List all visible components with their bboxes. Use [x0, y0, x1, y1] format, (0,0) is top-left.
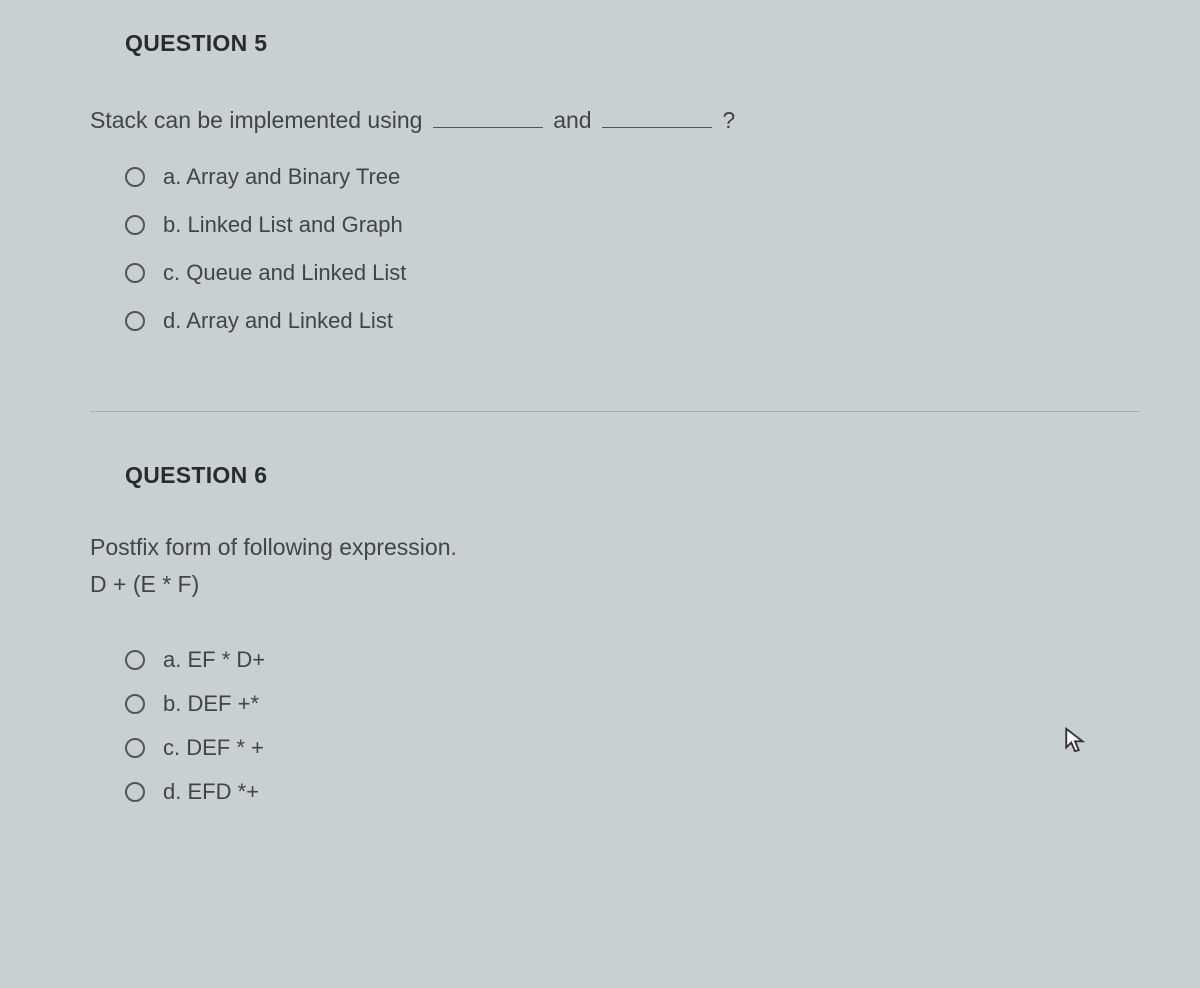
option-letter: d.: [163, 779, 181, 804]
radio-button[interactable]: [125, 782, 145, 802]
option-text: Array and Binary Tree: [186, 164, 400, 189]
q6-text-line-2: D + (E * F): [90, 571, 199, 597]
option-text: DEF * +: [186, 735, 264, 760]
question-5-title: QUESTION 5: [125, 30, 1140, 57]
option-letter: b.: [163, 212, 181, 237]
option-letter: c.: [163, 260, 180, 285]
option-label: a. Array and Binary Tree: [163, 164, 400, 190]
option-label: b. Linked List and Graph: [163, 212, 403, 238]
option-text: Array and Linked List: [186, 308, 393, 333]
q6-text-line-1: Postfix form of following expression.: [90, 534, 457, 560]
question-6-block: QUESTION 6 Postfix form of following exp…: [90, 452, 1140, 854]
question-5-block: QUESTION 5 Stack can be implemented usin…: [90, 20, 1140, 386]
radio-button[interactable]: [125, 263, 145, 283]
blank-1: [433, 103, 543, 128]
cursor-icon: [1060, 725, 1090, 755]
option-letter: a.: [163, 647, 181, 672]
question-6-options: a. EF * D+ b. DEF +* c. DEF * + d. EFD *…: [125, 647, 1140, 805]
option-letter: c.: [163, 735, 180, 760]
question-6-text: Postfix form of following expression. D …: [90, 529, 1140, 603]
question-divider: [90, 411, 1140, 412]
radio-button[interactable]: [125, 738, 145, 758]
q6-option-d[interactable]: d. EFD *+: [125, 779, 1140, 805]
option-text: EF * D+: [187, 647, 265, 672]
blank-2: [602, 103, 712, 128]
radio-button[interactable]: [125, 167, 145, 187]
question-6-title: QUESTION 6: [125, 462, 1140, 489]
q5-option-c[interactable]: c. Queue and Linked List: [125, 260, 1140, 286]
radio-button[interactable]: [125, 311, 145, 331]
option-text: DEF +*: [187, 691, 259, 716]
q5-option-b[interactable]: b. Linked List and Graph: [125, 212, 1140, 238]
q5-text-part-1: Stack can be implemented using: [90, 107, 422, 133]
option-text: EFD *+: [187, 779, 259, 804]
option-letter: b.: [163, 691, 181, 716]
q5-option-a[interactable]: a. Array and Binary Tree: [125, 164, 1140, 190]
option-letter: d.: [163, 308, 181, 333]
q6-option-a[interactable]: a. EF * D+: [125, 647, 1140, 673]
q6-option-b[interactable]: b. DEF +*: [125, 691, 1140, 717]
radio-button[interactable]: [125, 650, 145, 670]
question-5-options: a. Array and Binary Tree b. Linked List …: [125, 164, 1140, 334]
option-text: Linked List and Graph: [187, 212, 402, 237]
radio-button[interactable]: [125, 694, 145, 714]
q5-text-part-3: ?: [722, 107, 735, 133]
option-label: b. DEF +*: [163, 691, 259, 717]
q6-option-c[interactable]: c. DEF * +: [125, 735, 1140, 761]
option-label: d. EFD *+: [163, 779, 259, 805]
question-5-text: Stack can be implemented using and ?: [90, 102, 1140, 139]
q5-text-part-2: and: [553, 107, 591, 133]
radio-button[interactable]: [125, 215, 145, 235]
option-label: d. Array and Linked List: [163, 308, 393, 334]
option-label: a. EF * D+: [163, 647, 265, 673]
q5-option-d[interactable]: d. Array and Linked List: [125, 308, 1140, 334]
option-letter: a.: [163, 164, 181, 189]
option-text: Queue and Linked List: [186, 260, 406, 285]
option-label: c. DEF * +: [163, 735, 264, 761]
option-label: c. Queue and Linked List: [163, 260, 406, 286]
